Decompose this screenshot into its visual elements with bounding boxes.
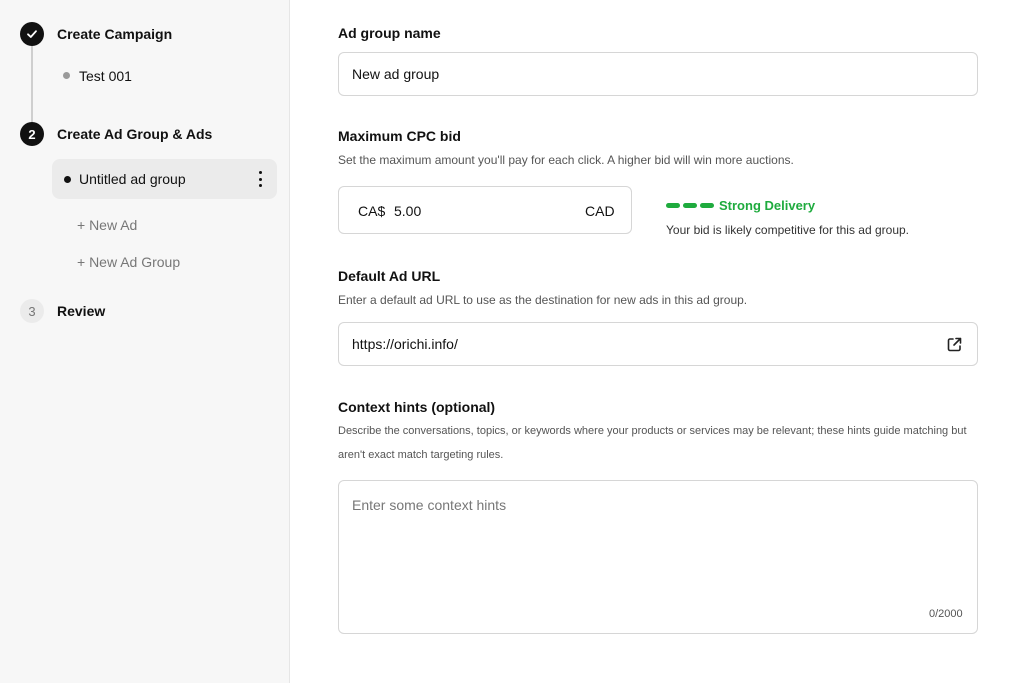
step-connector bbox=[31, 46, 33, 122]
max-cpc-label: Maximum CPC bid bbox=[338, 128, 461, 144]
ad-group-name-label: Ad group name bbox=[338, 25, 441, 41]
ad-group-name-value: New ad group bbox=[352, 66, 440, 82]
delivery-bar bbox=[700, 203, 714, 208]
max-cpc-help: Set the maximum amount you'll pay for ea… bbox=[338, 153, 794, 167]
context-hints-textarea[interactable]: Enter some context hints bbox=[338, 480, 978, 634]
delivery-strength-label: Strong Delivery bbox=[719, 198, 816, 213]
max-cpc-input[interactable]: CA$ 5.00 CAD bbox=[338, 186, 632, 234]
delivery-bar bbox=[666, 203, 680, 208]
ad-group-name-input[interactable]: New ad group bbox=[338, 52, 978, 96]
check-icon bbox=[27, 30, 37, 38]
external-link-icon[interactable] bbox=[946, 336, 963, 353]
max-cpc-value: 5.00 bbox=[394, 203, 422, 219]
context-hints-label: Context hints (optional) bbox=[338, 399, 496, 415]
delivery-indicator: Strong Delivery bbox=[666, 198, 815, 213]
step-3-badge: 3 bbox=[20, 299, 44, 323]
step-3-title[interactable]: Review bbox=[57, 303, 105, 319]
delivery-bar bbox=[683, 203, 697, 208]
character-counter: 0/2000 bbox=[929, 608, 963, 620]
new-ad-link[interactable]: + New Ad bbox=[77, 217, 137, 233]
new-ad-group-link[interactable]: + New Ad Group bbox=[77, 254, 180, 270]
context-hints-help-line1: Describe the conversations, topics, or k… bbox=[338, 425, 967, 437]
ad-group-dot bbox=[64, 176, 71, 183]
step-1-title[interactable]: Create Campaign bbox=[57, 26, 172, 42]
default-url-label: Default Ad URL bbox=[338, 268, 441, 284]
currency-code: CAD bbox=[585, 203, 615, 219]
context-hints-help-line2: aren't exact match targeting rules. bbox=[338, 449, 504, 461]
steps-sidebar: Create Campaign Test 001 2 Create Ad Gro… bbox=[0, 0, 290, 683]
campaign-dot bbox=[63, 72, 70, 79]
default-url-input[interactable]: https://orichi.info/ bbox=[338, 322, 978, 366]
context-hints-placeholder: Enter some context hints bbox=[352, 497, 507, 513]
more-options-icon[interactable] bbox=[252, 170, 268, 188]
delivery-description: Your bid is likely competitive for this … bbox=[666, 223, 910, 237]
currency-prefix: CA$ bbox=[358, 203, 386, 219]
step-2-title[interactable]: Create Ad Group & Ads bbox=[57, 126, 212, 142]
step-1-complete-badge bbox=[20, 22, 44, 46]
default-url-value: https://orichi.info/ bbox=[352, 336, 458, 352]
step-2-badge: 2 bbox=[20, 122, 44, 146]
default-url-help: Enter a default ad URL to use as the des… bbox=[338, 293, 748, 307]
ad-group-item-label: Untitled ad group bbox=[79, 171, 186, 187]
campaign-item[interactable]: Test 001 bbox=[79, 68, 132, 84]
